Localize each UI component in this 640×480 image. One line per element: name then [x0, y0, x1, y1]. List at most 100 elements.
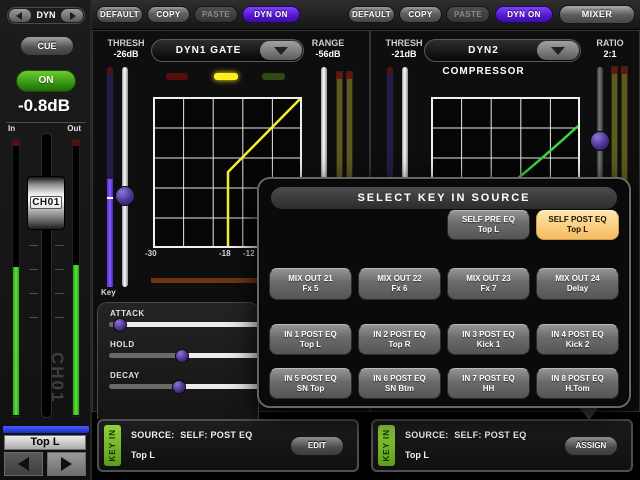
keyin-source-text: SOURCE: SELF: POST EQ: [405, 430, 527, 440]
source-in2-post-eq-button[interactable]: IN 2 POST EQ Top R: [358, 324, 441, 355]
dyn2-ratio-knob[interactable]: [590, 131, 610, 151]
source-self-pre-eq-button[interactable]: SELF PRE EQ Top L: [447, 210, 530, 240]
source-line2: SN Btm: [359, 384, 440, 394]
source-line1: SELF PRE EQ: [448, 215, 529, 225]
key-meter-peak: [387, 67, 393, 73]
thresh-title: THRESH: [103, 38, 149, 49]
axis-tick: -12: [243, 249, 255, 258]
source-mix-out-22-button[interactable]: MIX OUT 22 Fx 6: [358, 268, 441, 300]
dyn2-thresh-label: THRESH -21dB: [381, 38, 427, 60]
dyn1-type-dropdown-button[interactable]: [260, 41, 302, 60]
source-line2: Fx 6: [359, 284, 440, 294]
ratio-title: RATIO: [587, 38, 633, 49]
fader-tick: [55, 245, 64, 246]
dyn2-keyin-bar: KEY IN SOURCE: SELF: POST EQ Top L ASSIG…: [371, 419, 633, 472]
out-meter-fill: [73, 265, 79, 415]
channel-id-watermark: CH01: [47, 352, 67, 422]
gr-meter-peak: [337, 72, 342, 79]
in-meter-fill: [13, 267, 19, 415]
key-level-meter: [106, 66, 114, 288]
in-meter-label: In: [8, 124, 15, 133]
source-line1: SELF POST EQ: [537, 215, 618, 225]
toolbar: DEFAULT COPY PASTE DYN ON DEFAULT COPY P…: [92, 0, 640, 30]
mixer-button[interactable]: MIXER: [559, 5, 635, 24]
fader-tick: [55, 269, 64, 270]
channel-next-button[interactable]: [47, 452, 86, 476]
gate-hold-led: [214, 73, 238, 80]
chevron-down-icon: [551, 47, 565, 55]
ratio-value: 2:1: [587, 49, 633, 60]
screen-selector: DYN: [7, 7, 85, 24]
dynamics-screen: DYN CUE ON -0.8dB In Out CH01: [0, 0, 640, 480]
source-line2: SN Top: [270, 384, 351, 394]
keyin-tab-label: KEY IN: [382, 429, 391, 462]
dyn1-threshold-slider[interactable]: [121, 66, 129, 288]
keyin-edit-button[interactable]: EDIT: [290, 436, 344, 456]
dyn2-ratio-label: RATIO 2:1: [587, 38, 633, 60]
thresh-value: -21dB: [381, 49, 427, 60]
dyn1-on-button[interactable]: DYN ON: [242, 6, 300, 23]
attack-label: ATTACK: [110, 309, 145, 318]
chevron-down-icon: [274, 47, 288, 55]
source-self-post-eq-button[interactable]: SELF POST EQ Top L: [536, 210, 619, 240]
fader-knob-label: CH01: [30, 196, 62, 209]
dyn2-copy-button[interactable]: COPY: [399, 6, 442, 23]
source-in8-post-eq-button[interactable]: IN 8 POST EQ H.Tom: [536, 368, 619, 399]
keyin-assign-button[interactable]: ASSIGN: [564, 436, 618, 456]
dyn1-copy-button[interactable]: COPY: [147, 6, 190, 23]
channel-prev-button[interactable]: [4, 452, 43, 476]
source-line2: Top L: [448, 225, 529, 235]
fader-tick: [29, 317, 38, 318]
keyin-source-text: SOURCE: SELF: POST EQ: [131, 430, 253, 440]
right-arrow-icon: [61, 457, 72, 471]
source-in3-post-eq-button[interactable]: IN 3 POST EQ Kick 1: [447, 324, 530, 355]
source-in1-post-eq-button[interactable]: IN 1 POST EQ Top L: [269, 324, 352, 355]
dyn2-default-button[interactable]: DEFAULT: [348, 6, 395, 23]
source-mix-out-23-button[interactable]: MIX OUT 23 Fx 7: [447, 268, 530, 300]
dyn2-type-select[interactable]: DYN2 COMPRESSOR: [424, 39, 581, 62]
dyn2-type-dropdown-button[interactable]: [537, 41, 579, 60]
hold-knob[interactable]: [175, 349, 189, 363]
gr-meter-peak: [612, 67, 617, 74]
source-mix-out-24-button[interactable]: MIX OUT 24 Delay: [536, 268, 619, 300]
key-meter-fill: [107, 179, 113, 287]
gate-open-led: [166, 73, 188, 80]
keyin-tab: KEY IN: [104, 425, 121, 466]
attack-knob[interactable]: [113, 318, 127, 332]
key-label: Key: [101, 288, 116, 297]
fader-tick: [29, 269, 38, 270]
source-mix-out-21-button[interactable]: MIX OUT 21 Fx 5: [269, 268, 352, 300]
source-in5-post-eq-button[interactable]: IN 5 POST EQ SN Top: [269, 368, 352, 399]
source-line2: H.Tom: [537, 384, 618, 394]
dyn1-thresh-label: THRESH -26dB: [103, 38, 149, 60]
source-line1: MIX OUT 22: [359, 274, 440, 284]
source-line2: Top R: [359, 340, 440, 350]
axis-tick: -18: [219, 249, 231, 258]
key-meter-peak: [107, 67, 113, 73]
dyn2-on-button[interactable]: DYN ON: [495, 6, 553, 23]
source-in7-post-eq-button[interactable]: IN 7 POST EQ HH: [447, 368, 530, 399]
channel-color-bar: [3, 426, 89, 433]
dyn1-type-select[interactable]: DYN1 GATE: [151, 39, 304, 62]
out-level-meter: [72, 139, 80, 417]
keyin-source-name: Top L: [131, 450, 155, 460]
screen-next-button[interactable]: [61, 9, 83, 22]
key-input-meter-horizontal: [151, 278, 263, 283]
gate-closed-led: [262, 73, 285, 80]
source-in4-post-eq-button[interactable]: IN 4 POST EQ Kick 2: [536, 324, 619, 355]
dyn1-range-label: RANGE -56dB: [305, 38, 351, 60]
hold-label: HOLD: [110, 340, 135, 349]
decay-knob[interactable]: [172, 380, 186, 394]
dyn1-threshold-knob[interactable]: [115, 186, 135, 206]
channel-fader-knob[interactable]: CH01: [27, 176, 65, 230]
out-meter-label: Out: [67, 124, 81, 133]
dyn2-type-label: DYN2 COMPRESSOR: [433, 40, 534, 61]
channel-on-button[interactable]: ON: [16, 70, 76, 92]
attack-slider[interactable]: [109, 322, 259, 327]
cue-button[interactable]: CUE: [20, 36, 74, 56]
source-line1: IN 2 POST EQ: [359, 330, 440, 340]
fader-gain-value: -0.8dB: [0, 96, 88, 116]
dyn1-default-button[interactable]: DEFAULT: [96, 6, 143, 23]
source-in6-post-eq-button[interactable]: IN 6 POST EQ SN Btm: [358, 368, 441, 399]
source-line2: Fx 7: [448, 284, 529, 294]
